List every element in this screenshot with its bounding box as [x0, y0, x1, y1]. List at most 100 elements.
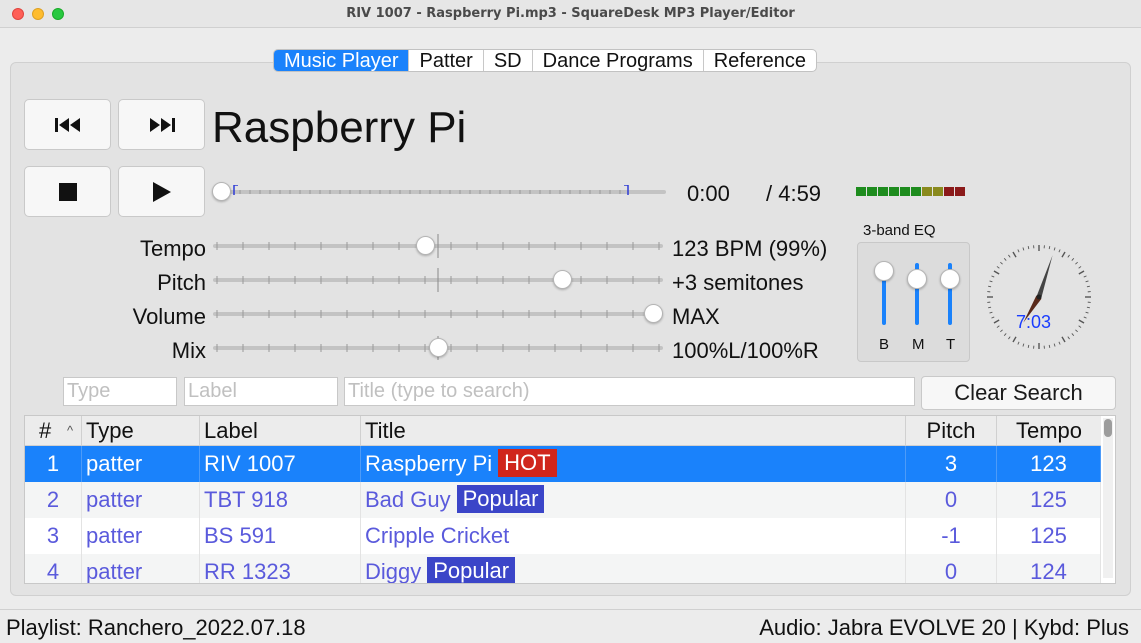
previous-button[interactable]: [24, 99, 111, 150]
tab-reference[interactable]: Reference: [704, 50, 816, 71]
play-button[interactable]: [118, 166, 205, 217]
cell-type: patter: [82, 518, 200, 554]
volume-thumb[interactable]: [644, 304, 663, 323]
skip-back-icon: [54, 117, 80, 132]
sort-ascending-icon: ^: [67, 423, 74, 438]
tempo-ticks: [216, 234, 660, 258]
title-search-input[interactable]: [344, 377, 915, 406]
cell-pitch: 0: [906, 482, 997, 518]
col-header-num[interactable]: # ^: [25, 416, 82, 446]
pitch-ticks: [216, 268, 660, 292]
vu-segment: [878, 187, 888, 196]
cell-tempo-text: 124: [1030, 559, 1067, 584]
scrollbar-thumb[interactable]: [1104, 419, 1112, 437]
tag-badge: HOT: [498, 449, 557, 477]
type-filter-input[interactable]: [63, 377, 177, 406]
song-table: # ^ Type Label Title Pitch Tempo 1 patter R…: [24, 415, 1116, 584]
cell-pitch-text: 0: [944, 559, 958, 584]
cell-num-text: 4: [46, 559, 60, 584]
eq-treble-label: T: [946, 336, 956, 353]
col-header-title[interactable]: Title: [361, 416, 906, 446]
eq-mid-label: M: [912, 336, 925, 353]
cell-pitch-text: -1: [941, 523, 961, 548]
tab-sd[interactable]: SD: [484, 50, 533, 71]
col-header-pitch[interactable]: Pitch: [906, 416, 997, 446]
cell-tempo: 125: [997, 482, 1101, 518]
cell-num-text: 2: [46, 487, 60, 512]
eq-thumb[interactable]: [874, 261, 894, 281]
tempo-value: 123 BPM (99%): [672, 236, 828, 261]
next-button[interactable]: [118, 99, 205, 150]
analog-clock: [987, 245, 1091, 349]
total-time: / 4:59: [766, 181, 822, 206]
tab-bar: Music Player Patter SD Dance Programs Re…: [273, 49, 817, 72]
cell-label: BS 591: [200, 518, 361, 554]
pitch-label: Pitch: [157, 270, 206, 295]
cell-tempo: 124: [997, 554, 1101, 584]
vu-segment: [922, 187, 932, 196]
cell-title-text: Raspberry Pi: [365, 451, 493, 476]
audio-keyboard-status: Audio: Jabra EVOLVE 20 | Kybd: Plus: [759, 615, 1129, 640]
cell-label-text: BS 591: [204, 523, 277, 548]
seek-ticks: [233, 185, 629, 195]
clear-search-button[interactable]: Clear Search: [921, 376, 1116, 410]
tempo-thumb[interactable]: [415, 236, 435, 255]
cell-label: RR 1323: [200, 554, 361, 584]
col-header-type[interactable]: Type: [82, 416, 200, 446]
cell-tempo: 123: [997, 446, 1101, 482]
mix-label: Mix: [171, 338, 206, 363]
cell-title: Diggy Popular: [361, 554, 906, 584]
current-time: 0:00: [687, 181, 730, 206]
cell-tempo-text: 123: [1030, 451, 1067, 476]
cell-title-text: Diggy: [365, 559, 422, 584]
cell-pitch-text: 3: [944, 451, 958, 476]
cell-pitch: 0: [906, 554, 997, 584]
cell-num: 2: [25, 482, 82, 518]
cell-num-text: 3: [46, 523, 60, 548]
tempo-label: Tempo: [139, 236, 206, 261]
col-header-num-label: #: [39, 418, 52, 443]
table-scrollbar[interactable]: [1103, 418, 1113, 578]
cell-tempo-text: 125: [1030, 487, 1067, 512]
eq-thumb[interactable]: [907, 268, 927, 289]
vu-segment: [867, 187, 877, 196]
tag-badge: Popular: [456, 485, 545, 513]
tab-patter[interactable]: Patter: [409, 50, 484, 71]
table-header: # ^ Type Label Title Pitch Tempo: [25, 416, 1101, 446]
eq-title: 3-band EQ: [863, 222, 936, 239]
volume-label: Volume: [132, 304, 206, 329]
mix-thumb[interactable]: [428, 338, 448, 357]
window-titlebar: RIV 1007 - Raspberry Pi.mp3 - SquareDesk…: [0, 0, 1141, 28]
seek-thumb[interactable]: [212, 182, 231, 201]
col-header-tempo[interactable]: Tempo: [997, 416, 1101, 446]
table-row[interactable]: 1 patter RIV 1007 Raspberry Pi HOT 3 123: [25, 446, 1101, 482]
table-row[interactable]: 4 patter RR 1323 Diggy Popular 0 124: [25, 554, 1101, 584]
volume-value: MAX: [672, 304, 720, 329]
pitch-value: +3 semitones: [672, 270, 804, 295]
table-row[interactable]: 2 patter TBT 918 Bad Guy Popular 0 125: [25, 482, 1101, 518]
stop-button[interactable]: [24, 166, 111, 217]
vu-segment: [900, 187, 910, 196]
playlist-status: Playlist: Ranchero_2022.07.18: [6, 615, 306, 640]
cell-title: Cripple Cricket: [361, 518, 906, 554]
cell-label-text: RR 1323: [204, 559, 291, 584]
status-bar: Playlist: Ranchero_2022.07.18 Audio: Jab…: [0, 609, 1141, 643]
cell-num-text: 1: [46, 451, 60, 476]
volume-ticks: [216, 310, 660, 318]
vu-segment: [944, 187, 954, 196]
cell-pitch-text: 0: [944, 487, 958, 512]
cell-title-text: Cripple Cricket: [365, 523, 510, 548]
eq-thumb[interactable]: [940, 268, 960, 289]
cell-tempo: 125: [997, 518, 1101, 554]
vu-segment: [933, 187, 943, 196]
table-row[interactable]: 3 patter BS 591 Cripple Cricket -1 125: [25, 518, 1101, 554]
skip-forward-icon: [149, 117, 175, 132]
label-filter-input[interactable]: [184, 377, 338, 406]
cell-tempo-text: 125: [1030, 523, 1067, 548]
tab-dance-programs[interactable]: Dance Programs: [533, 50, 704, 71]
cell-label: TBT 918: [200, 482, 361, 518]
clock-digital-time: 7:03: [1016, 312, 1052, 332]
cell-type-text: patter: [86, 523, 143, 548]
col-header-label[interactable]: Label: [200, 416, 361, 446]
tab-music-player[interactable]: Music Player: [274, 50, 410, 71]
